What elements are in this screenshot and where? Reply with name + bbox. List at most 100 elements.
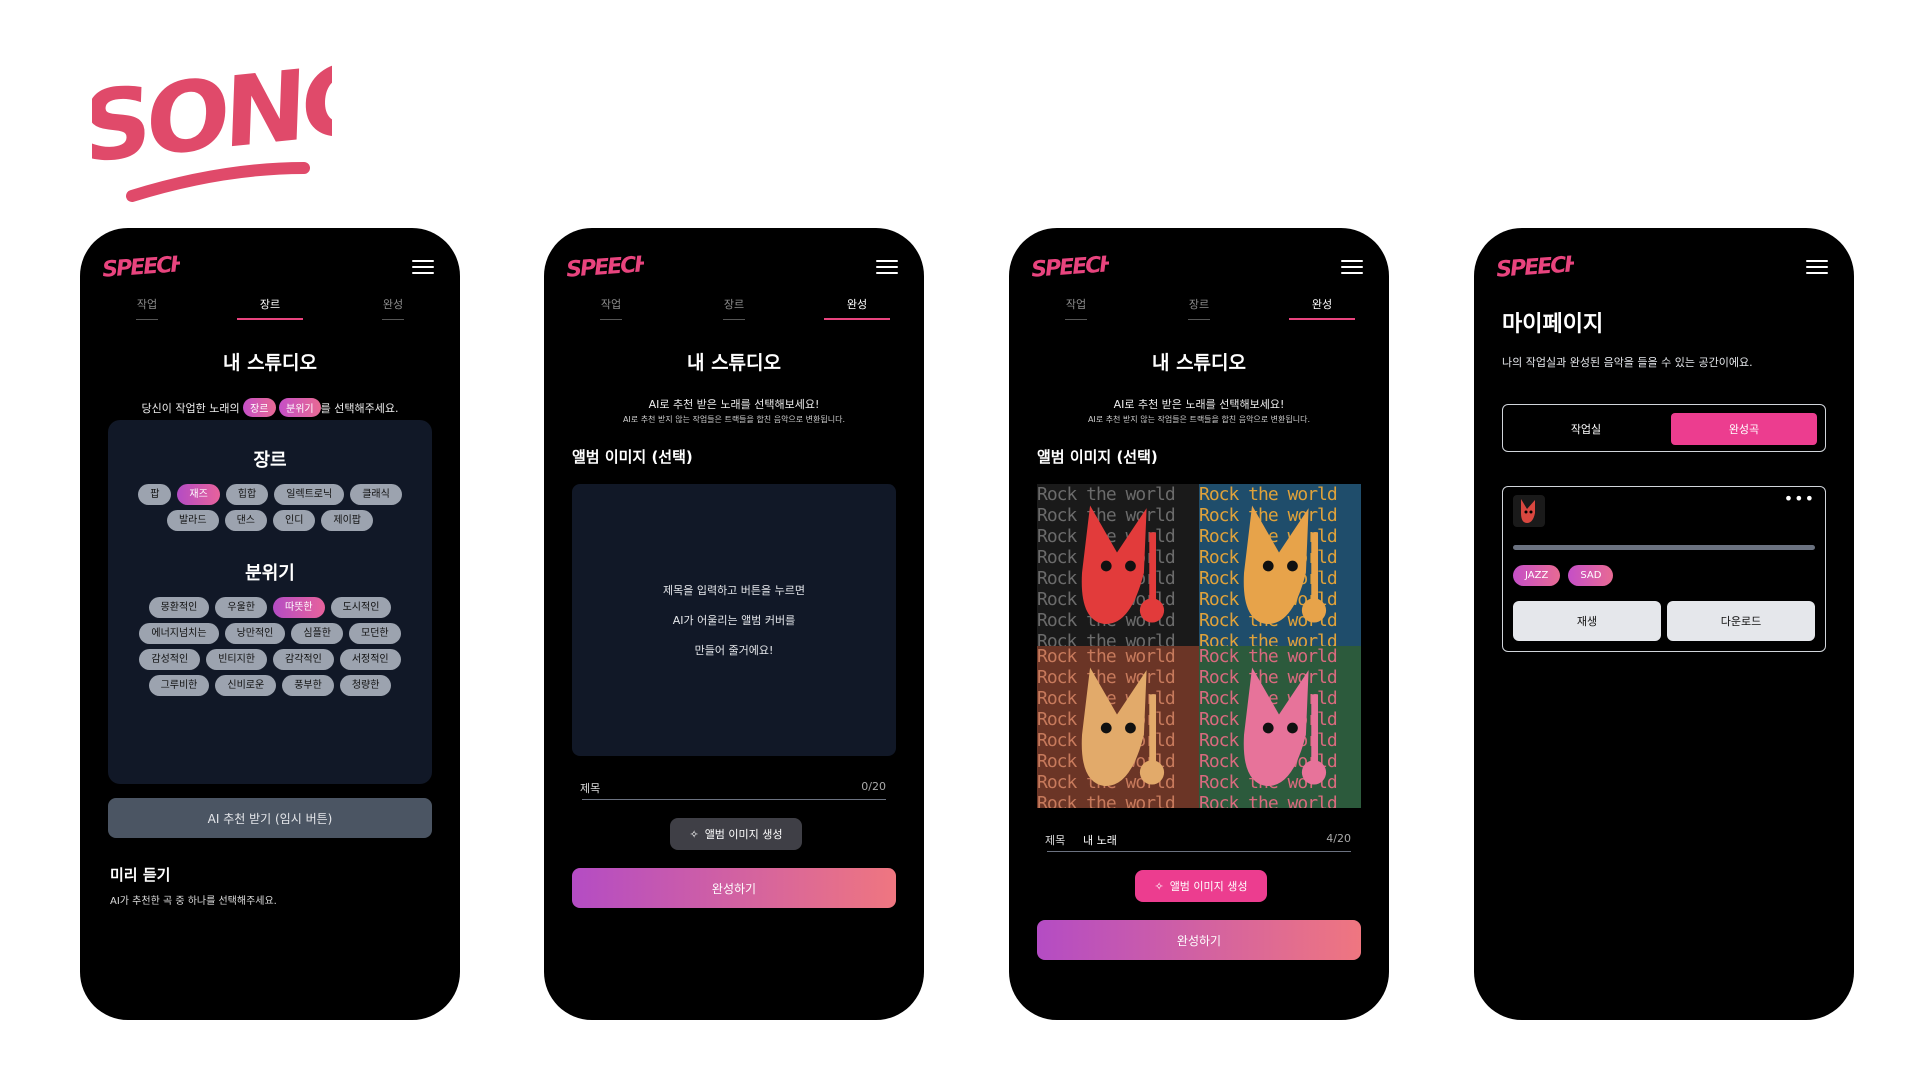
speechfy-logo: SPEECHFY — [1496, 250, 1574, 283]
phone-complete-generated-screen: SPEECHFY 작업 장르 완성 내 스튜디오 AI로 추천 받은 노래를 선… — [1009, 228, 1389, 1020]
album-image-placeholder: 제목을 입력하고 버튼을 누르면 AI가 어울리는 앨범 커버를 만들어 줄거에… — [572, 484, 896, 756]
album-image-heading: 앨범 이미지 (선택) — [1037, 448, 1158, 466]
mood-chip[interactable]: 에너지넘치는 — [139, 623, 219, 644]
instruction-prefix: 당신이 작업한 노래의 — [141, 402, 240, 415]
mood-chip[interactable]: 심플한 — [291, 623, 343, 644]
genre-chip[interactable]: 댄스 — [224, 510, 267, 531]
mood-chip[interactable]: 몽환적인 — [148, 597, 210, 618]
tab-work[interactable]: 작업 — [578, 294, 644, 328]
playback-progress-bar[interactable] — [1513, 545, 1815, 550]
mood-chip[interactable]: 모던한 — [349, 623, 401, 644]
segment-control: 작업실 완성곡 — [1502, 404, 1826, 452]
genre-chip-list: 팝 재즈 힙합 일렉트로닉 클래식발라드 댄스 인디 제이팝 — [108, 484, 432, 531]
instruction-note: AI로 추천 받지 않는 작업들은 트랙들을 합친 음악으로 변환됩니다. — [622, 415, 846, 424]
page-title: 내 스튜디오 — [686, 352, 781, 374]
instruction-note: AI로 추천 받지 않는 작업들은 트랙들을 합친 음악으로 변환됩니다. — [1087, 415, 1311, 424]
mood-heading: 분위기 — [245, 563, 295, 584]
title-value[interactable]: 내 노래 — [1083, 832, 1117, 848]
title-label: 제목 — [580, 782, 601, 795]
mood-pill: 분위기 — [279, 398, 321, 417]
mood-chip[interactable]: 낭만적인 — [224, 623, 286, 644]
mood-chip[interactable]: 빈티지한 — [206, 649, 267, 670]
page-title: 내 스튜디오 — [222, 352, 317, 374]
speechfy-logo: SPEECHFY — [566, 250, 644, 283]
tab-genre[interactable]: 장르 — [701, 294, 767, 328]
song-card: ••• JAZZ SAD 재생 다운로드 — [1502, 486, 1826, 652]
mood-chip[interactable]: 청량한 — [339, 675, 392, 696]
sparkle-icon: ✧ — [689, 827, 699, 841]
genre-chip[interactable]: 일렉트로닉 — [274, 484, 345, 505]
hamburger-menu-icon[interactable] — [1806, 260, 1828, 274]
placeholder-line: 만들어 줄거에요! — [694, 644, 774, 657]
mood-chip[interactable]: 신비로운 — [215, 675, 277, 696]
genre-chip[interactable]: 클래식 — [350, 484, 402, 505]
segment-workroom[interactable]: 작업실 — [1511, 413, 1661, 445]
genre-chip[interactable]: 힙합 — [225, 484, 269, 505]
finish-button[interactable]: 완성하기 — [572, 868, 896, 908]
placeholder-line: AI가 어울리는 앨범 커버를 — [672, 614, 796, 627]
mood-chip[interactable]: 그루비한 — [148, 675, 210, 696]
mood-chip[interactable]: 도시적인 — [330, 597, 392, 618]
genre-heading: 장르 — [253, 450, 287, 471]
page-title: 마이페이지 — [1502, 312, 1604, 337]
mood-chip[interactable]: 감성적인 — [139, 649, 201, 670]
tag-badge: SAD — [1568, 565, 1614, 586]
phone-mypage-screen: SPEECHFY 마이페이지 나의 작업실과 완성된 음악을 들을 수 있는 공… — [1474, 228, 1854, 1020]
speechfy-logo: SPEECHFY — [1031, 250, 1109, 283]
download-button[interactable]: 다운로드 — [1667, 601, 1815, 641]
finish-button[interactable]: 완성하기 — [1037, 920, 1361, 960]
cat-illustration — [1081, 667, 1165, 786]
instruction-text: AI로 추천 받은 노래를 선택해보세요! — [648, 398, 820, 411]
tag-list: JAZZ SAD — [1513, 565, 1614, 586]
more-options-icon[interactable]: ••• — [1784, 489, 1815, 508]
tab-complete[interactable]: 완성 — [360, 294, 426, 328]
tab-genre[interactable]: 장르 — [237, 294, 303, 328]
tab-complete[interactable]: 완성 — [824, 294, 890, 328]
title-input[interactable]: 제목 0/20 — [580, 776, 886, 800]
ai-recommend-button[interactable]: AI 추천 받기 (임시 버튼) — [108, 798, 432, 838]
generate-button-label: 앨범 이미지 생성 — [704, 828, 783, 841]
tab-work[interactable]: 작업 — [114, 294, 180, 328]
album-quadrant: Rock the worldRock the worldRock the wor… — [1037, 646, 1199, 808]
mood-chip[interactable]: 풍부한 — [282, 675, 334, 696]
tab-genre[interactable]: 장르 — [1166, 294, 1232, 328]
genre-mood-card: 장르 팝 재즈 힙합 일렉트로닉 클래식발라드 댄스 인디 제이팝 분위기 몽환적인 우울한 따뜻… — [108, 420, 432, 784]
instruction-text: 당신이 작업한 노래의 장르 분위기 를 선택해주세요. — [80, 398, 460, 417]
hamburger-menu-icon[interactable] — [876, 260, 898, 274]
segment-completed[interactable]: 완성곡 — [1671, 413, 1817, 445]
album-cover-image: Rock the worldRock the worldRock the wor… — [1037, 484, 1361, 808]
svg-text:SPEECHFY: SPEECHFY — [566, 250, 644, 283]
generate-album-image-button[interactable]: ✧ 앨범 이미지 생성 — [1135, 870, 1267, 902]
album-image-heading: 앨범 이미지 (선택) — [572, 448, 693, 466]
hamburger-menu-icon[interactable] — [412, 260, 434, 274]
mood-chip[interactable]: 서정적인 — [339, 649, 401, 670]
tab-work[interactable]: 작업 — [1043, 294, 1109, 328]
title-input[interactable]: 제목 내 노래 4/20 — [1045, 828, 1351, 852]
genre-chip[interactable]: 인디 — [273, 510, 316, 531]
album-quadrant: Rock the worldRock the worldRock the wor… — [1037, 484, 1199, 646]
genre-chip[interactable]: 발라드 — [166, 510, 219, 531]
instruction-suffix: 를 선택해주세요. — [320, 402, 399, 415]
preview-heading: 미리 듣기 — [110, 866, 171, 884]
generate-album-image-button[interactable]: ✧ 앨범 이미지 생성 — [670, 818, 802, 850]
page-title: 내 스튜디오 — [1151, 352, 1246, 374]
genre-chip[interactable]: 팝 — [138, 484, 172, 505]
mood-chip[interactable]: 감각적인 — [273, 649, 334, 670]
generate-button-label: 앨범 이미지 생성 — [1169, 880, 1248, 893]
hamburger-menu-icon[interactable] — [1341, 260, 1363, 274]
preview-subtext: AI가 추천한 곡 중 하나를 선택해주세요. — [110, 896, 277, 907]
mood-chip[interactable]: 우울한 — [215, 597, 267, 618]
album-quadrant: Rock the worldRock the worldRock the wor… — [1199, 484, 1361, 646]
play-button[interactable]: 재생 — [1513, 601, 1661, 641]
cat-illustration — [1081, 505, 1165, 624]
mood-chip[interactable]: 따뜻한 — [273, 597, 325, 618]
genre-chip[interactable]: 제이팝 — [321, 510, 374, 531]
svg-text:SPEECHFY: SPEECHFY — [1496, 250, 1574, 283]
genre-chip[interactable]: 재즈 — [177, 484, 220, 505]
speechfy-logo: SPEECHFY — [102, 250, 180, 283]
instruction-text: AI로 추천 받은 노래를 선택해보세요! — [1113, 398, 1285, 411]
tab-complete[interactable]: 완성 — [1289, 294, 1355, 328]
phone-genre-screen: SPEECHFY 작업 장르 완성 내 스튜디오 당신이 작업한 노래의 장르 … — [80, 228, 460, 1020]
placeholder-line: 제목을 입력하고 버튼을 누르면 — [662, 584, 806, 597]
album-thumbnail — [1513, 495, 1545, 527]
